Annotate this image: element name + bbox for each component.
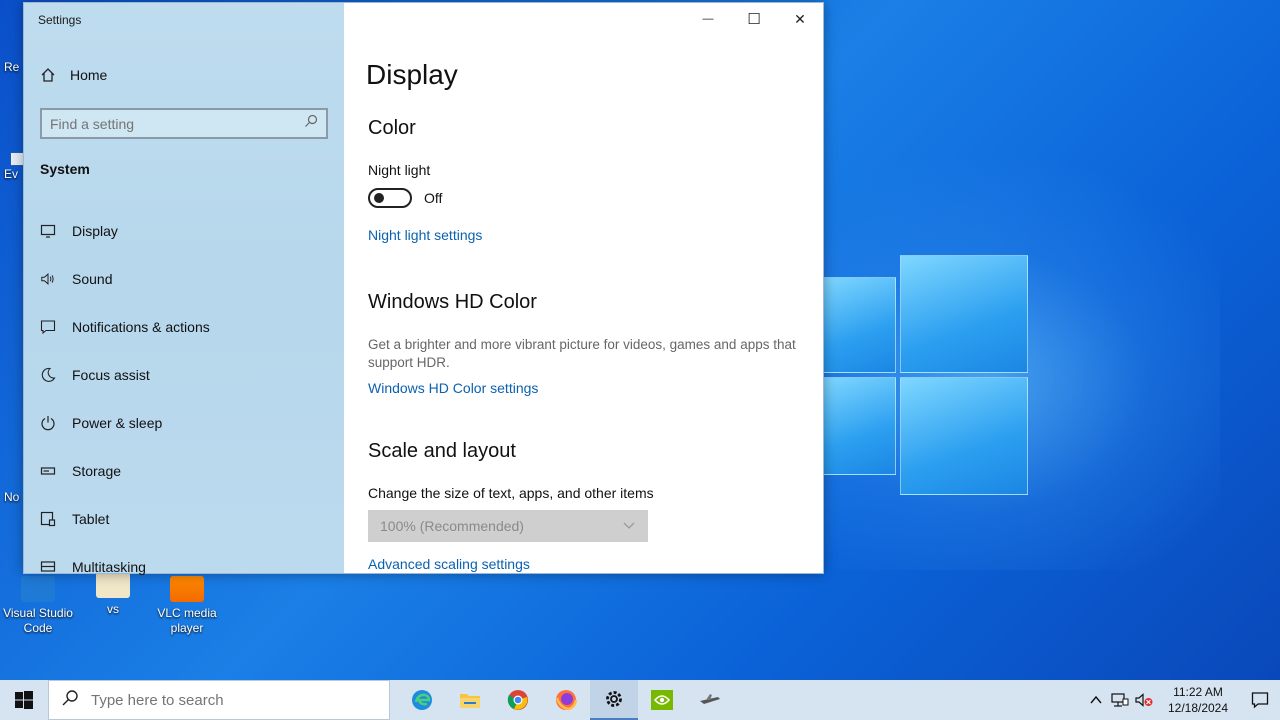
chrome-icon xyxy=(507,690,528,710)
desktop-edge-label[interactable]: Ev xyxy=(4,167,18,181)
edge-icon xyxy=(412,690,432,710)
sidebar-item-label: Storage xyxy=(72,463,122,479)
window-title: Settings xyxy=(38,13,82,27)
sidebar-item-focus-assist[interactable]: Focus assist xyxy=(24,351,344,399)
shortcut-label: Visual Studio Code xyxy=(3,606,73,635)
shortcut-label: vs xyxy=(107,602,119,616)
system-tray: 11:22 AM 12/18/2024 xyxy=(1084,680,1280,720)
home-label: Home xyxy=(70,67,108,83)
night-light-settings-link[interactable]: Night light settings xyxy=(368,227,482,243)
scale-dropdown[interactable]: 100% (Recommended) xyxy=(368,510,648,542)
chevron-down-icon xyxy=(622,518,636,534)
firefox-icon xyxy=(555,690,578,711)
tray-volume[interactable] xyxy=(1132,680,1156,720)
desktop-edge-icon[interactable] xyxy=(10,152,24,166)
logo-pane xyxy=(900,255,1028,373)
sidebar-item-label: Multitasking xyxy=(72,559,146,575)
section-label-system: System xyxy=(40,161,90,177)
sidebar: Settings Home System Display xyxy=(24,3,344,575)
start-button[interactable] xyxy=(0,680,48,720)
storage-icon xyxy=(40,463,56,479)
settings-window: Settings Home System Display xyxy=(23,2,824,575)
hd-color-heading: Windows HD Color xyxy=(368,291,537,313)
night-light-state: Off xyxy=(424,190,443,206)
clock-date: 12/18/2024 xyxy=(1167,701,1229,715)
tray-network[interactable] xyxy=(1108,680,1132,720)
desktop-edge-label[interactable]: No xyxy=(4,490,19,504)
sidebar-item-storage[interactable]: Storage xyxy=(24,447,344,495)
scale-value: 100% (Recommended) xyxy=(380,518,524,534)
taskbar: 11:22 AM 12/18/2024 xyxy=(0,680,1280,720)
moon-icon xyxy=(40,367,56,383)
folder-icon xyxy=(460,694,480,708)
notification-icon xyxy=(40,319,56,335)
logo-pane xyxy=(820,377,896,475)
taskbar-search-input[interactable] xyxy=(91,691,351,709)
network-icon xyxy=(1111,693,1129,707)
hd-color-description: Get a brighter and more vibrant picture … xyxy=(368,337,796,370)
page-title: Display xyxy=(366,59,458,90)
find-setting-search[interactable] xyxy=(40,108,328,139)
search-icon[interactable] xyxy=(304,114,318,133)
taskbar-settings[interactable] xyxy=(590,680,638,720)
sidebar-item-power-sleep[interactable]: Power & sleep xyxy=(24,399,344,447)
search-icon xyxy=(61,689,79,712)
power-icon xyxy=(40,415,56,431)
windows-start-icon xyxy=(15,691,33,709)
night-light-toggle-row: Off xyxy=(368,188,442,208)
volume-muted-icon xyxy=(1135,693,1153,707)
taskbar-file-explorer[interactable] xyxy=(446,680,494,720)
sidebar-item-label: Display xyxy=(72,223,118,239)
sidebar-item-label: Power & sleep xyxy=(72,415,163,431)
taskbar-edge[interactable] xyxy=(398,680,446,720)
chevron-up-icon xyxy=(1090,695,1102,704)
night-light-toggle[interactable] xyxy=(368,188,412,208)
toggle-knob xyxy=(374,193,384,203)
logo-pane xyxy=(820,277,896,373)
speaker-icon xyxy=(40,271,56,287)
logo-pane xyxy=(900,377,1028,495)
sidebar-item-label: Notifications & actions xyxy=(72,319,210,335)
desktop-edge-label[interactable]: Re xyxy=(4,60,19,74)
sidebar-item-display[interactable]: Display xyxy=(24,207,344,255)
sidebar-item-label: Tablet xyxy=(72,511,110,527)
hd-color-settings-link[interactable]: Windows HD Color settings xyxy=(368,380,538,396)
night-light-label: Night light xyxy=(368,162,431,178)
sidebar-item-multitasking[interactable]: Multitasking xyxy=(24,543,344,591)
sidebar-item-tablet[interactable]: Tablet xyxy=(24,495,344,543)
taskbar-app-plane[interactable] xyxy=(686,680,734,720)
taskbar-apps xyxy=(398,680,734,720)
nvidia-icon xyxy=(651,690,673,710)
find-setting-input[interactable] xyxy=(50,115,304,132)
sidebar-item-label: Sound xyxy=(72,271,113,287)
scale-layout-heading: Scale and layout xyxy=(368,440,516,462)
color-heading: Color xyxy=(368,117,416,139)
sidebar-home[interactable]: Home xyxy=(40,67,107,83)
sidebar-item-sound[interactable]: Sound xyxy=(24,255,344,303)
clock-time: 11:22 AM xyxy=(1173,685,1223,699)
advanced-scaling-link[interactable]: Advanced scaling settings xyxy=(368,556,530,572)
taskbar-nvidia[interactable] xyxy=(638,680,686,720)
shortcut-label: VLC media player xyxy=(157,606,217,635)
airplane-icon xyxy=(700,694,720,704)
home-icon xyxy=(40,67,56,83)
tray-overflow-button[interactable] xyxy=(1084,680,1108,720)
taskbar-chrome[interactable] xyxy=(494,680,542,720)
windows-logo-wallpaper xyxy=(820,255,1030,495)
gear-icon xyxy=(606,691,622,707)
taskbar-clock[interactable]: 11:22 AM 12/18/2024 xyxy=(1162,684,1234,716)
display-page: Display Color Night light Off Night ligh… xyxy=(344,3,823,573)
taskbar-firefox[interactable] xyxy=(542,680,590,720)
tablet-icon xyxy=(40,511,56,527)
notification-icon xyxy=(1251,692,1269,709)
multitasking-icon xyxy=(40,559,56,575)
sidebar-nav: Display Sound Notifications & actions Fo… xyxy=(24,207,344,591)
sidebar-item-label: Focus assist xyxy=(72,367,150,383)
monitor-icon xyxy=(40,223,56,239)
action-center-button[interactable] xyxy=(1240,680,1280,720)
taskbar-search[interactable] xyxy=(48,680,390,720)
scale-label: Change the size of text, apps, and other… xyxy=(368,485,654,501)
sidebar-item-notifications[interactable]: Notifications & actions xyxy=(24,303,344,351)
